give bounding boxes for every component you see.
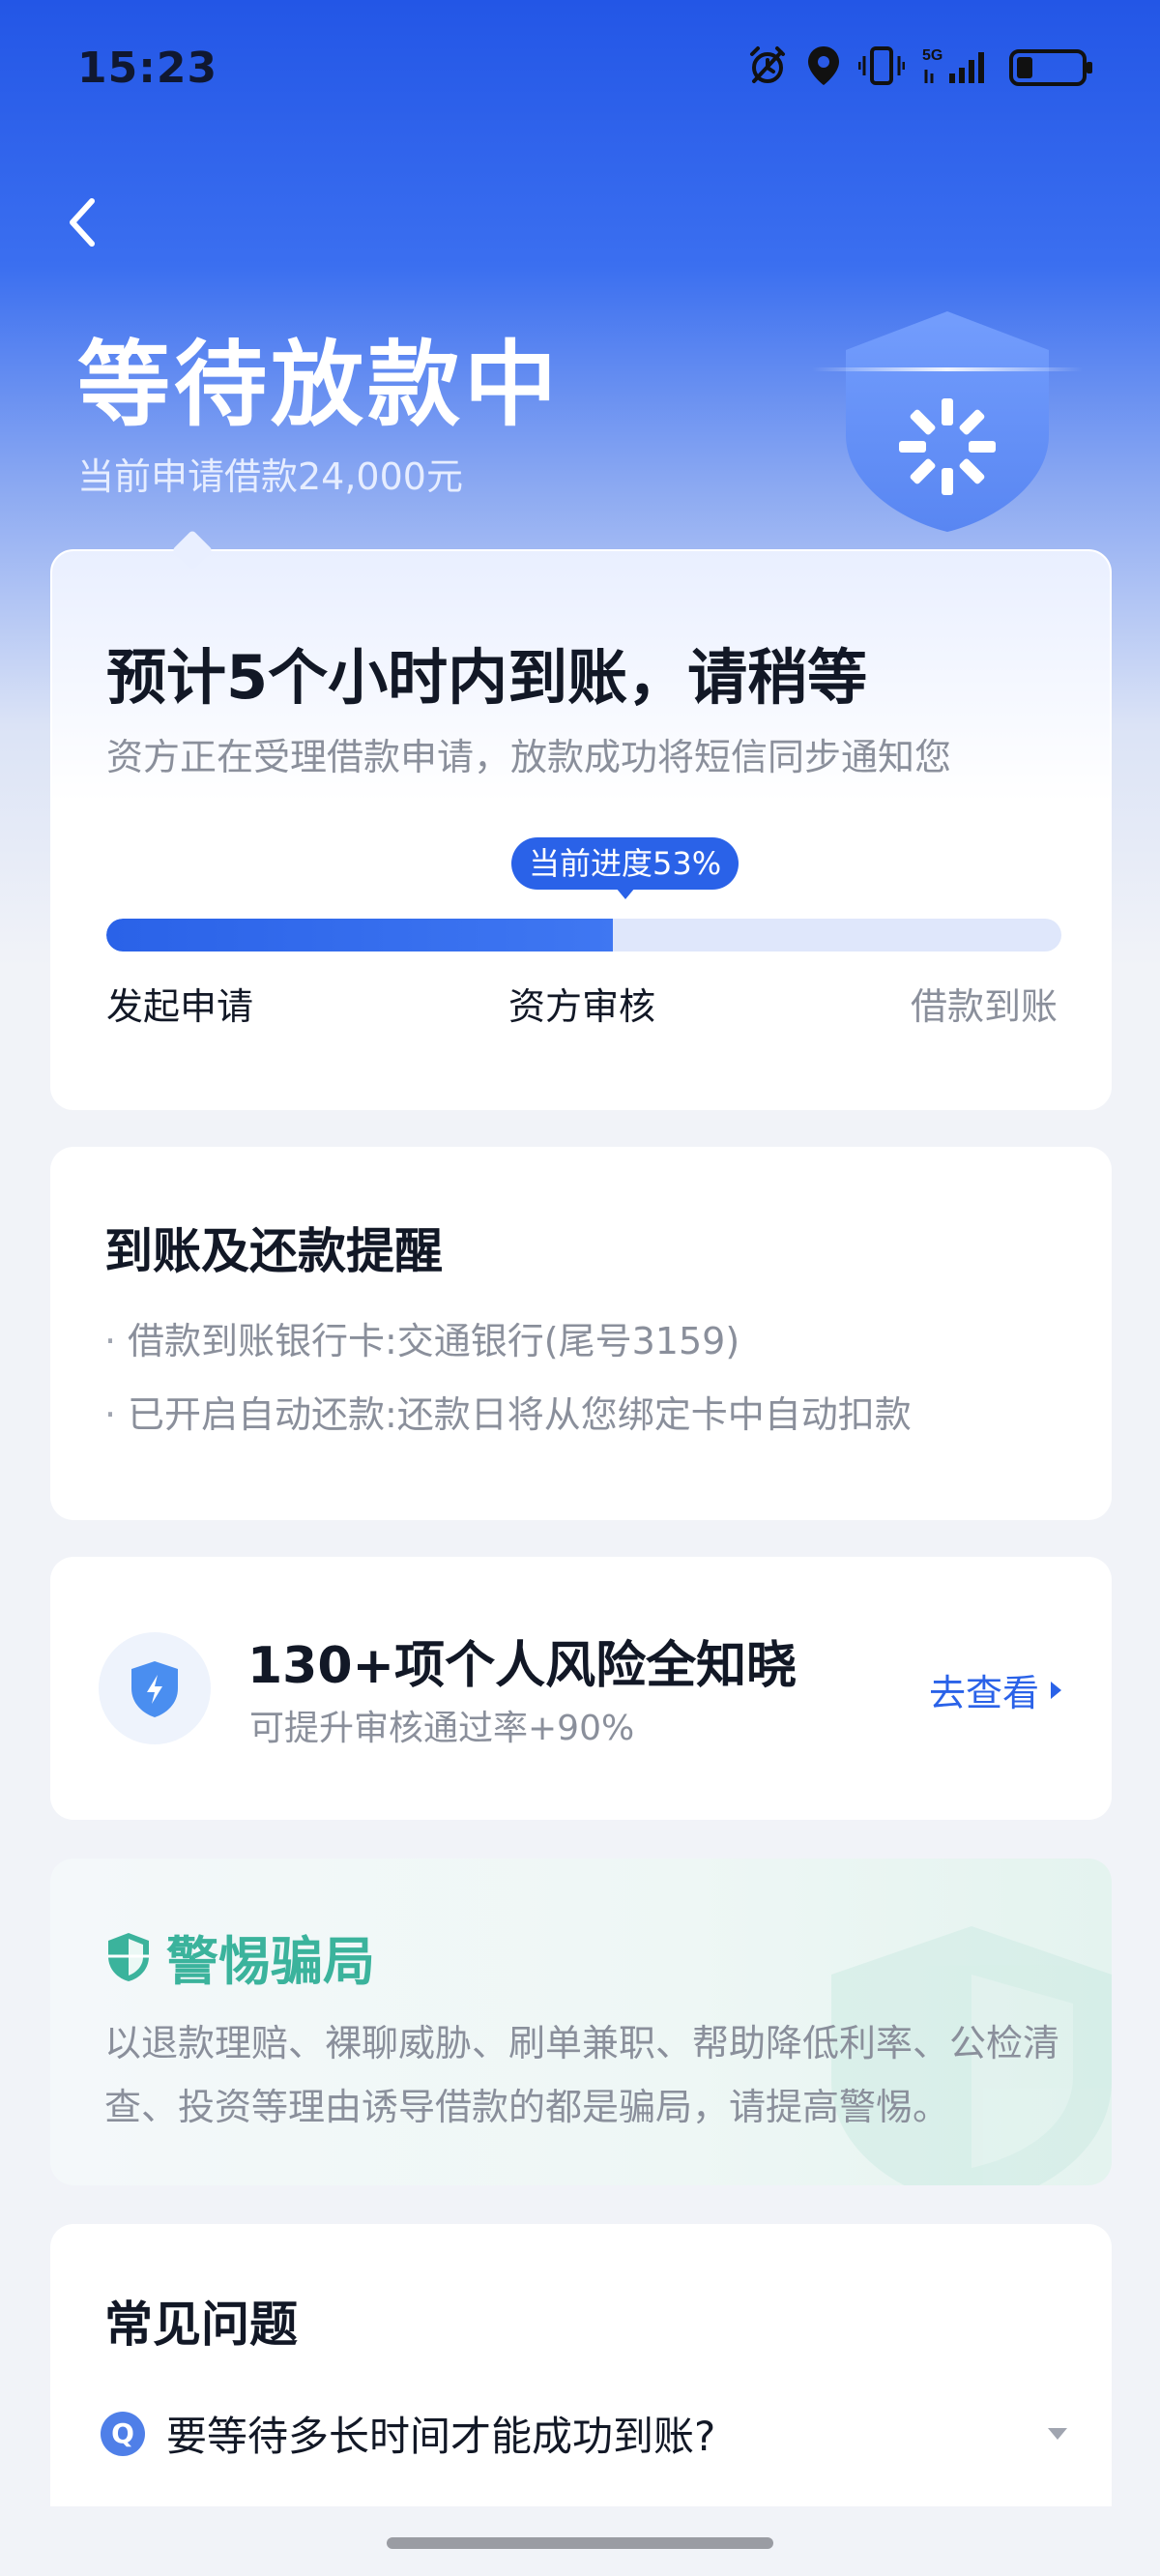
fraud-warning-card: 警惕骗局 以退款理赔、裸聊威胁、刷单兼职、帮助降低利率、公检清查、投资等理由诱导… bbox=[50, 1859, 1112, 2185]
battery-icon bbox=[1009, 49, 1092, 86]
bullet-icon: · bbox=[104, 1393, 117, 1436]
loan-amount-subtitle: 当前申请借款24,000元 bbox=[77, 455, 463, 498]
5g-signal-icon: 5G bbox=[922, 44, 992, 91]
step-apply: 发起申请 bbox=[106, 985, 254, 1028]
alarm-icon bbox=[746, 44, 789, 91]
reminder-card: 到账及还款提醒 · 借款到账银行卡:交通银行(尾号3159) · 已开启自动还款:还… bbox=[50, 1147, 1112, 1520]
warning-body: 以退款理赔、裸聊威胁、刷单兼职、帮助降低利率、公检清查、投资等理由诱导借款的都是… bbox=[104, 2022, 1060, 2128]
risk-subtitle: 可提升审核通过率+90% bbox=[249, 1709, 635, 1748]
network-type-label: 5G bbox=[922, 47, 942, 64]
risk-icon-container bbox=[99, 1632, 211, 1744]
shield-logo-icon bbox=[812, 311, 1083, 532]
bullet-icon: · bbox=[104, 1320, 117, 1362]
caret-right-icon bbox=[1051, 1681, 1061, 1699]
status-icons: 5G bbox=[746, 44, 1092, 91]
progress-card: 预计5个小时内到账，请稍等 资方正在受理借款申请，放款成功将短信同步通知您 当前… bbox=[50, 549, 1112, 1110]
reminder-item-text: 已开启自动还款:还款日将从您绑定卡中自动扣款 bbox=[128, 1393, 912, 1436]
page-title: 等待放款中 bbox=[77, 331, 561, 439]
progress-badge: 当前进度53% bbox=[511, 837, 740, 899]
eta-title: 预计5个小时内到账，请稍等 bbox=[106, 642, 868, 713]
risk-title: 130+项个人风险全知晓 bbox=[247, 1637, 798, 1695]
shield-check-icon bbox=[108, 1932, 149, 1981]
shield-lightning-icon bbox=[131, 1661, 178, 1717]
reminder-item-text: 借款到账银行卡:交通银行(尾号3159) bbox=[128, 1320, 740, 1362]
caret-down-icon bbox=[1048, 2427, 1067, 2440]
back-button[interactable] bbox=[48, 184, 116, 261]
home-indicator[interactable] bbox=[387, 2537, 773, 2549]
progress-bar bbox=[106, 919, 1061, 951]
eta-description: 资方正在受理借款申请，放款成功将短信同步通知您 bbox=[106, 736, 952, 778]
faq-question-item[interactable]: Q 要等待多长时间才能成功到账? bbox=[101, 2404, 1067, 2463]
reminder-item: · 已开启自动还款:还款日将从您绑定卡中自动扣款 bbox=[104, 1385, 912, 1438]
status-bar: 15:23 5G bbox=[0, 0, 1160, 135]
status-time: 15:23 bbox=[77, 43, 218, 93]
reminder-title: 到账及还款提醒 bbox=[104, 1223, 443, 1279]
step-review: 资方审核 bbox=[508, 985, 656, 1028]
step-disbursed: 借款到账 bbox=[910, 985, 1058, 1028]
reminder-item: · 借款到账银行卡:交通银行(尾号3159) bbox=[104, 1311, 740, 1364]
vibrate-icon bbox=[857, 44, 906, 91]
faq-title: 常见问题 bbox=[104, 2297, 298, 2353]
view-risk-link[interactable]: 去查看 bbox=[929, 1663, 1061, 1716]
view-risk-label: 去查看 bbox=[928, 1672, 1039, 1714]
warning-header: 警惕骗局 bbox=[104, 1918, 375, 1995]
risk-check-card[interactable]: 130+项个人风险全知晓 可提升审核通过率+90% 去查看 bbox=[50, 1557, 1112, 1820]
location-icon bbox=[806, 44, 841, 91]
chevron-left-icon bbox=[70, 198, 95, 247]
faq-question-text: 要等待多长时间才能成功到账? bbox=[166, 2413, 716, 2460]
progress-fill bbox=[106, 919, 613, 951]
warning-title: 警惕骗局 bbox=[166, 1931, 375, 1992]
q-badge-icon: Q bbox=[101, 2411, 145, 2456]
